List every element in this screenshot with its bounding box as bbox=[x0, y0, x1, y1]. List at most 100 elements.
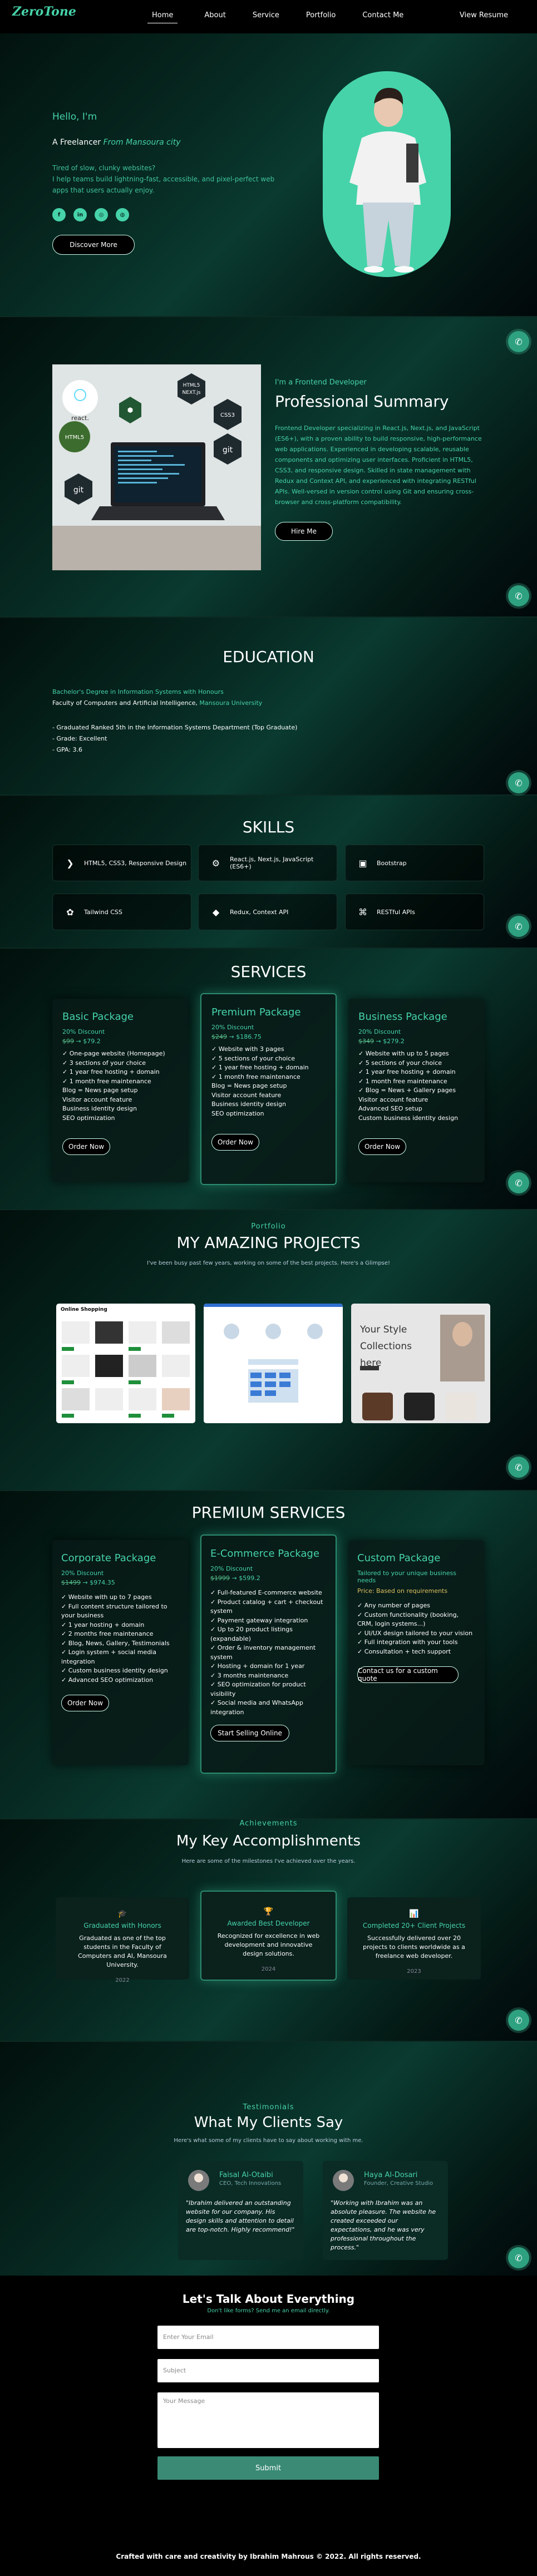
project-card-shopping[interactable]: Online Shopping bbox=[56, 1304, 195, 1423]
feature-item: ✓ Social media and WhatsApp integration bbox=[210, 1699, 303, 1716]
nav-link-service[interactable]: Service bbox=[253, 11, 279, 23]
project-card-dashboard[interactable] bbox=[204, 1304, 343, 1423]
whatsapp-float-8[interactable]: ✆ bbox=[508, 2247, 529, 2268]
project-card-fashion[interactable]: Your Style Collections here bbox=[351, 1304, 490, 1423]
dribbble-icon[interactable]: ◍ bbox=[116, 208, 129, 221]
hero-section: Hello, I'm A Freelancer From Mansoura ci… bbox=[0, 0, 537, 317]
portfolio-title: MY AMAZING PROJECTS bbox=[176, 1233, 361, 1252]
code-icon: ❯ bbox=[66, 857, 74, 868]
old-price: $99 bbox=[62, 1038, 74, 1045]
contact-title: Let's Talk About Everything bbox=[182, 2292, 355, 2306]
custom-quote-button[interactable]: Contact us for a custom quote bbox=[357, 1666, 459, 1683]
order-now-button[interactable]: Order Now bbox=[62, 1138, 110, 1155]
linkedin-icon[interactable]: in bbox=[73, 208, 87, 221]
nav-link-contact[interactable]: Contact Me bbox=[362, 11, 403, 23]
whatsapp-float-4[interactable]: ✆ bbox=[508, 916, 529, 937]
trophy-icon: 🏆 bbox=[263, 1907, 274, 1916]
nav-link-portfolio[interactable]: Portfolio bbox=[306, 11, 336, 23]
feature-item: ✓ Advanced SEO optimization bbox=[61, 1676, 154, 1684]
feature-item: ✓ 2 months free maintenance bbox=[61, 1630, 154, 1637]
testimonials-title: What My Clients Say bbox=[194, 2114, 343, 2131]
whatsapp-float-7[interactable]: ✆ bbox=[508, 2010, 529, 2031]
package-price-label: Price: Based on requirements bbox=[357, 1587, 448, 1595]
hire-me-button[interactable]: Hire Me bbox=[275, 522, 333, 541]
package-name: Premium Package bbox=[211, 1006, 301, 1018]
feature-list: ✓ Website with 3 pages ✓ 5 sections of y… bbox=[211, 1045, 326, 1118]
nav-links: Home About Service Portfolio Contact Me bbox=[147, 11, 403, 23]
feature-list: ✓ Website with up to 7 pages ✓ Full cont… bbox=[61, 1593, 180, 1685]
nav-link-home[interactable]: Home bbox=[147, 11, 178, 23]
testimonial-role: CEO, Tech Innovations bbox=[219, 2180, 282, 2187]
education-title: EDUCATION bbox=[223, 648, 314, 666]
testimonials-subtitle: Here's what some of my clients have to s… bbox=[174, 2138, 363, 2144]
package-discount: 20% Discount bbox=[358, 1028, 401, 1035]
feature-list: ✓ Full-featured E-commerce website ✓ Pro… bbox=[210, 1588, 327, 1717]
achievement-body: Successfully delivered over 20 projects … bbox=[363, 1935, 465, 1960]
package-price: $1499 → $974.35 bbox=[61, 1579, 115, 1586]
footer: Crafted with care and creativity by Ibra… bbox=[0, 2537, 537, 2576]
order-now-button[interactable]: Order Now bbox=[61, 1695, 109, 1711]
premium-title: PREMIUM SERVICES bbox=[191, 1503, 346, 1522]
view-resume-link[interactable]: View Resume bbox=[460, 11, 508, 19]
ecommerce-package-card: E-Commerce Package 20% Discount $1999 → … bbox=[200, 1534, 337, 1774]
feature-item: ✓ Any number of pages bbox=[357, 1602, 430, 1609]
achievement-year: 2024 bbox=[261, 1966, 276, 1972]
nextjs-badge: NEXT.js bbox=[183, 390, 201, 396]
subject-field[interactable]: Subject bbox=[157, 2359, 379, 2382]
avatar bbox=[333, 2170, 354, 2191]
education-item-2: - Grade: Excellent bbox=[52, 735, 107, 742]
feature-item: ✓ Custom functionality (booking, CRM, lo… bbox=[357, 1611, 459, 1628]
feature-item: Advanced SEO setup bbox=[358, 1105, 422, 1112]
whatsapp-float-6[interactable]: ✆ bbox=[508, 1457, 529, 1478]
nav-link-about[interactable]: About bbox=[204, 11, 225, 23]
testimonial-quote: "Ibrahim delivered an outstanding websit… bbox=[186, 2199, 295, 2233]
package-tagline: Tailored to your unique business needs bbox=[357, 1570, 456, 1584]
email-field[interactable]: Enter Your Email bbox=[157, 2326, 379, 2349]
whatsapp-float-5[interactable]: ✆ bbox=[508, 1172, 529, 1193]
start-selling-button[interactable]: Start Selling Online bbox=[210, 1725, 289, 1741]
discover-more-button[interactable]: Discover More bbox=[52, 235, 135, 255]
feature-item: Custom business identity design bbox=[358, 1114, 459, 1122]
feature-item: ✓ One-page website (Homepage) bbox=[62, 1050, 165, 1057]
testimonial-name: Faisal Al-Otaibi bbox=[219, 2171, 273, 2179]
education-item-1: - Graduated Ranked 5th in the Informatio… bbox=[52, 724, 298, 731]
about-body: Frontend Developer specializing in React… bbox=[275, 425, 482, 506]
skill-label: HTML5, CSS3, Responsive Design bbox=[84, 859, 187, 867]
old-price: $349 bbox=[358, 1038, 374, 1045]
basic-package-card: Basic Package 20% Discount $99 → $79.2 ✓… bbox=[52, 999, 189, 1182]
feature-item: Business identity design bbox=[62, 1105, 137, 1112]
business-package-card: Business Package 20% Discount $349 → $27… bbox=[348, 999, 485, 1182]
skill-label: React.js, Next.js, JavaScript (ES6+) bbox=[229, 856, 314, 870]
submit-button[interactable]: Submit bbox=[157, 2456, 379, 2480]
corporate-package-card: Corporate Package 20% Discount $1499 → $… bbox=[52, 1540, 189, 1765]
social-icons: f in ◎ ◍ bbox=[52, 208, 275, 221]
instagram-icon[interactable]: ◎ bbox=[95, 208, 108, 221]
chart-icon: 📊 bbox=[409, 1909, 419, 1918]
freelancer-location: From Mansoura city bbox=[103, 138, 181, 147]
education-section: EDUCATION Bachelor's Degree in Informati… bbox=[0, 618, 537, 796]
order-now-button[interactable]: Order Now bbox=[358, 1138, 406, 1155]
premium-services-section: PREMIUM SERVICES Corporate Package 20% D… bbox=[0, 1491, 537, 1819]
package-price: $249 → $186.75 bbox=[211, 1033, 262, 1040]
feature-item: ✓ 1 month free maintenance bbox=[62, 1077, 151, 1085]
whatsapp-float-2[interactable]: ✆ bbox=[508, 585, 529, 606]
react-badge: react. bbox=[71, 414, 89, 422]
feature-item: ✓ 1 year free hosting + domain bbox=[211, 1064, 309, 1071]
facebook-icon[interactable]: f bbox=[52, 208, 66, 221]
footer-copyright: Crafted with care and creativity by Ibra… bbox=[116, 2553, 421, 2560]
feature-item: ✓ Blog, News, Gallery, Testimonials bbox=[61, 1639, 170, 1647]
order-now-button[interactable]: Order Now bbox=[211, 1134, 259, 1151]
package-name: Corporate Package bbox=[61, 1552, 156, 1564]
tagline-line-1: Tired of slow, clunky websites? bbox=[52, 164, 156, 172]
project-preview bbox=[204, 1304, 343, 1423]
feature-list: ✓ Website with up to 5 pages ✓ 5 section… bbox=[358, 1049, 475, 1123]
feature-item: ✓ 1 year free hosting + domain bbox=[358, 1068, 456, 1075]
person-illustration bbox=[349, 87, 426, 273]
git-badge-1: git bbox=[223, 446, 233, 455]
whatsapp-float-3[interactable]: ✆ bbox=[508, 772, 529, 793]
message-field[interactable]: Your Message bbox=[157, 2392, 379, 2448]
logo[interactable]: ZeroTone bbox=[12, 4, 76, 19]
html5-badge: HTML5 bbox=[183, 383, 200, 388]
whatsapp-float-1[interactable]: ✆ bbox=[508, 331, 529, 352]
testimonial-role: Founder, Creative Studio bbox=[364, 2180, 433, 2187]
